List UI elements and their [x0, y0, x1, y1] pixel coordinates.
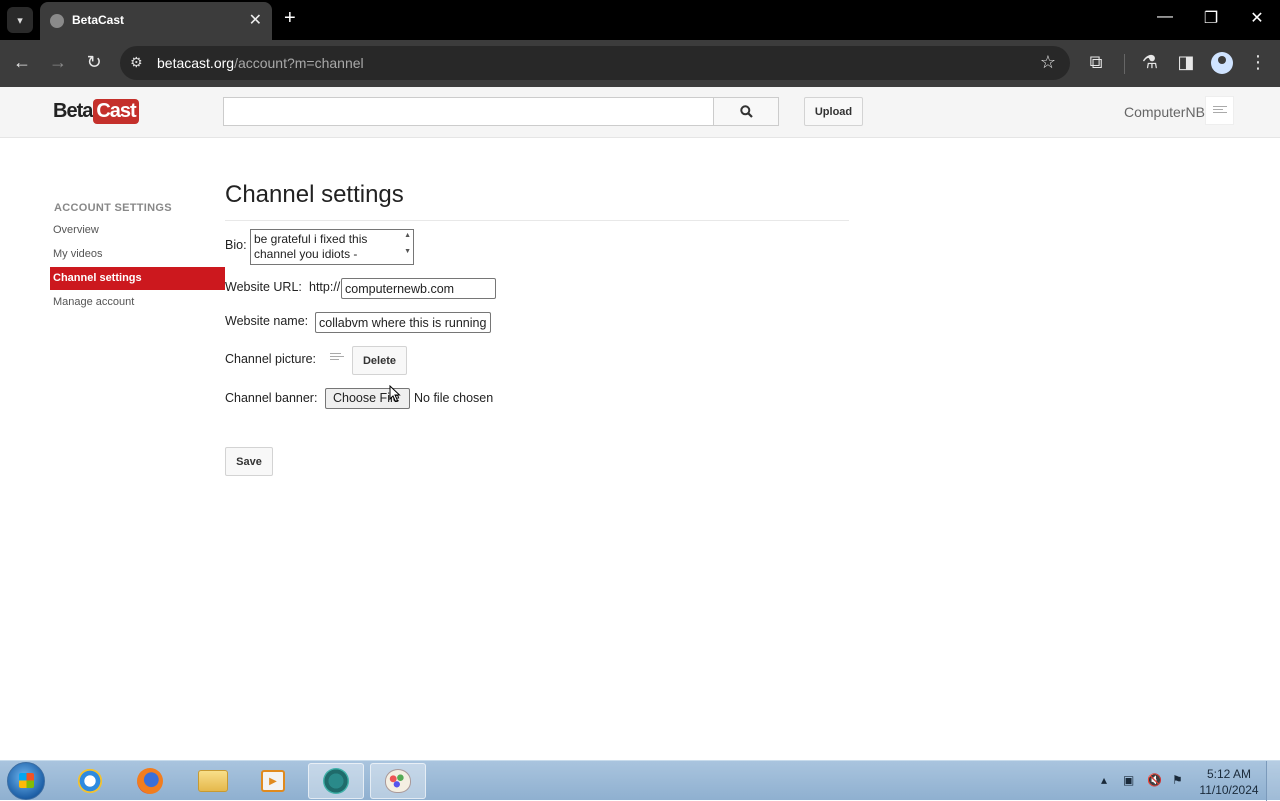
- side-panel-icon[interactable]: ◨: [1174, 52, 1198, 73]
- delete-picture-button[interactable]: Delete: [352, 346, 407, 375]
- title-divider: [225, 220, 849, 221]
- extensions-icon[interactable]: ⧉: [1084, 52, 1108, 73]
- firefox-icon: [137, 768, 163, 794]
- action-center-flag-icon[interactable]: ⚑: [1172, 773, 1183, 787]
- mouse-cursor-icon: [389, 385, 401, 403]
- taskbar-file-explorer[interactable]: [185, 763, 241, 799]
- site-info-icon[interactable]: ⚙: [130, 54, 143, 71]
- sidebar-item-channel-settings[interactable]: Channel settings: [50, 267, 225, 290]
- close-window-button[interactable]: ✕: [1245, 8, 1269, 28]
- betacast-logo[interactable]: Beta Cast: [53, 97, 139, 125]
- reload-icon[interactable]: ↻: [82, 52, 106, 73]
- toolbar-divider: [1124, 54, 1125, 74]
- account-settings-heading: ACCOUNT SETTINGS: [54, 202, 172, 214]
- bio-text: be grateful i fixed this channel you idi…: [254, 232, 368, 261]
- search-input[interactable]: [223, 97, 714, 126]
- channel-picture-label: Channel picture:: [225, 352, 317, 366]
- restore-button[interactable]: ❐: [1199, 8, 1223, 28]
- show-hidden-icons[interactable]: ▴: [1101, 773, 1107, 787]
- profile-avatar-icon[interactable]: [1211, 52, 1233, 74]
- sidebar-item-overview[interactable]: Overview: [50, 219, 225, 242]
- network-icon[interactable]: ▣: [1123, 773, 1134, 787]
- bio-label: Bio:: [225, 238, 247, 252]
- upload-button[interactable]: Upload: [804, 97, 863, 126]
- user-avatar[interactable]: [1205, 96, 1234, 125]
- taskbar-active-app[interactable]: [308, 763, 364, 799]
- browser-toolbar: ← → ↻ ⚙ betacast.org/account?m=channel ☆…: [0, 40, 1280, 87]
- no-file-status: No file chosen: [414, 391, 494, 405]
- sidebar-item-manage-account[interactable]: Manage account: [50, 291, 225, 314]
- clock-time: 5:12 AM: [1206, 767, 1252, 781]
- back-icon[interactable]: ←: [10, 52, 34, 73]
- channel-banner-label: Channel banner:: [225, 391, 318, 405]
- forward-icon[interactable]: →: [46, 52, 70, 73]
- folder-icon: [198, 770, 228, 792]
- website-name-field[interactable]: collabvm where this is running: [315, 312, 491, 333]
- browser-tab-bar: ▾ BetaCast ✕ + — ❐ ✕: [0, 0, 1280, 40]
- site-header: Beta Cast Upload ComputerNB: [0, 87, 1280, 138]
- labs-icon[interactable]: ⚗: [1138, 52, 1162, 73]
- taskbar-firefox[interactable]: [122, 763, 178, 799]
- windows-taskbar: ▶ ▴ ▣ 🔇 ⚑ 5:12 AM 11/10/2024: [0, 760, 1280, 801]
- website-name-label: Website name:: [225, 314, 309, 328]
- page-title: Channel settings: [225, 181, 404, 208]
- address-bar[interactable]: ⚙ betacast.org/account?m=channel ☆: [120, 46, 1070, 80]
- taskbar-paint[interactable]: [370, 763, 426, 799]
- username-link[interactable]: ComputerNB: [1124, 104, 1205, 120]
- website-url-prefix: http://: [309, 280, 341, 294]
- tab-title: BetaCast: [72, 13, 125, 27]
- clock-date: 11/10/2024: [1199, 783, 1259, 797]
- sidebar-item-my-videos[interactable]: My videos: [50, 243, 225, 266]
- chrome-canary-icon: [323, 768, 349, 794]
- search-icon: [739, 105, 753, 118]
- channel-picture-thumbnail-icon: [330, 353, 344, 360]
- minimize-button[interactable]: —: [1153, 8, 1177, 26]
- taskbar-media-player[interactable]: ▶: [245, 763, 301, 799]
- bio-textarea[interactable]: be grateful i fixed this channel you idi…: [250, 229, 414, 265]
- browser-tab[interactable]: BetaCast ✕: [40, 2, 272, 40]
- new-tab-button[interactable]: +: [284, 7, 296, 30]
- taskbar-internet-explorer[interactable]: [62, 763, 118, 799]
- paint-icon: [385, 769, 411, 793]
- system-clock[interactable]: 5:12 AM 11/10/2024: [1196, 766, 1262, 798]
- search-button[interactable]: [713, 97, 779, 126]
- browser-menu-icon[interactable]: ⋮: [1246, 52, 1270, 73]
- show-desktop-button[interactable]: [1266, 761, 1280, 801]
- tab-search-button[interactable]: ▾: [7, 7, 33, 33]
- save-button[interactable]: Save: [225, 447, 273, 476]
- website-url-label: Website URL:: [225, 280, 302, 294]
- website-url-field[interactable]: computernewb.com: [341, 278, 496, 299]
- internet-explorer-icon: [77, 768, 103, 794]
- media-player-icon: ▶: [261, 770, 285, 792]
- bookmark-star-icon[interactable]: ☆: [1040, 52, 1056, 73]
- avatar-placeholder-icon: [1213, 106, 1227, 113]
- volume-muted-icon[interactable]: 🔇: [1147, 773, 1162, 787]
- start-button[interactable]: [7, 762, 45, 800]
- close-tab-icon[interactable]: ✕: [249, 10, 262, 30]
- scroll-arrows-icon[interactable]: ▲ ▼: [404, 232, 411, 256]
- url-text[interactable]: betacast.org/account?m=channel: [157, 55, 364, 71]
- favicon-icon: [50, 14, 64, 28]
